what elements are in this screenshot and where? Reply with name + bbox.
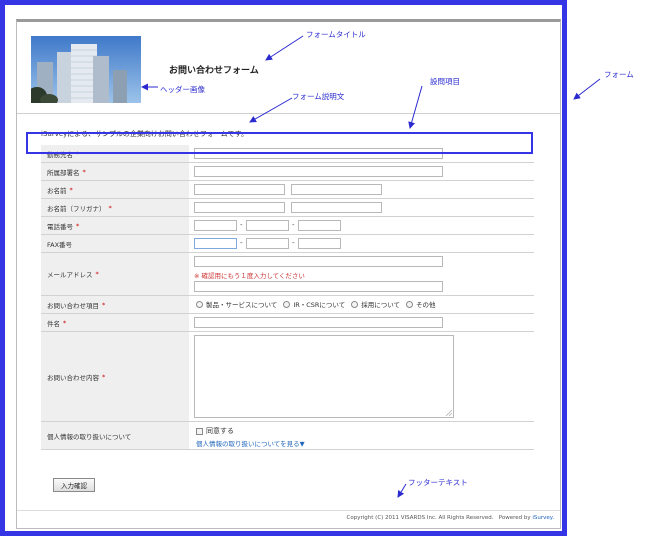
callout-form: フォーム: [604, 70, 634, 79]
privacy-policy-link[interactable]: 個人情報の取り扱いについてを見る▼: [196, 438, 305, 448]
confirm-input-button[interactable]: 入力確認: [53, 478, 95, 492]
separator-dash: -: [240, 221, 243, 229]
radio-other[interactable]: [406, 300, 414, 308]
field-row-name: お名前 *: [41, 181, 534, 199]
field-label-subject: 件名 *: [41, 314, 189, 331]
footer-copyright: Copyright (C) 2011 VISARDS Inc. All Righ…: [346, 515, 494, 521]
required-mark: *: [76, 221, 80, 230]
header-divider: [17, 113, 560, 114]
phone-input-3[interactable]: [298, 220, 341, 231]
field-row-email: メールアドレス * ※ 確認用にもう１度入力してください: [41, 253, 534, 296]
radio-label: その他: [416, 301, 436, 309]
resize-handle-icon[interactable]: [446, 410, 452, 416]
fax-input-2[interactable]: [246, 238, 289, 249]
separator-dash: -: [240, 239, 243, 247]
radio-recruit[interactable]: [351, 300, 359, 308]
field-row-subject: 件名 *: [41, 314, 534, 332]
first-name-input[interactable]: [291, 184, 382, 195]
subject-input[interactable]: [194, 317, 443, 328]
field-row-fax: FAX番号 - -: [41, 235, 534, 253]
field-row-name-kana: お名前（フリガナ） *: [41, 199, 534, 217]
separator-dash: -: [292, 221, 295, 229]
fax-input-1[interactable]: [194, 238, 237, 249]
callout-footer-text: フッターテキスト: [408, 478, 468, 487]
privacy-consent-checkbox[interactable]: [196, 427, 203, 435]
radio-label: 製品・サービスについて: [206, 301, 278, 309]
callout-header-image: ヘッダー画像: [160, 85, 205, 94]
question-item-highlight: [26, 132, 533, 154]
required-mark: *: [108, 203, 112, 212]
footer-brand-link[interactable]: iSurvey.: [532, 515, 554, 521]
field-label-name: お名前 *: [41, 181, 189, 198]
field-row-phone: 電話番号 * - -: [41, 217, 534, 235]
required-mark: *: [102, 300, 106, 309]
arrow-form: [573, 78, 601, 100]
phone-input-2[interactable]: [246, 220, 289, 231]
footer-powered-by: Powered by: [498, 515, 531, 521]
radio-label: 採用について: [361, 301, 401, 309]
email-input[interactable]: [194, 256, 443, 267]
field-row-inquiry-content: お問い合わせ内容 *: [41, 332, 534, 422]
inquiry-type-radio-group: 製品・サービスについて IR・CSRについて 採用について その他: [196, 299, 442, 309]
field-label-email: メールアドレス *: [41, 253, 189, 295]
fax-input-3[interactable]: [298, 238, 341, 249]
footer-text: Copyright (C) 2011 VISARDS Inc. All Righ…: [347, 515, 554, 521]
last-name-kana-input[interactable]: [194, 202, 285, 213]
separator-dash: -: [292, 239, 295, 247]
inquiry-content-textarea[interactable]: [194, 335, 454, 418]
field-row-department: 所属部署名 *: [41, 163, 534, 181]
field-label-phone: 電話番号 *: [41, 217, 189, 234]
phone-input-1[interactable]: [194, 220, 237, 231]
radio-products[interactable]: [196, 300, 203, 308]
privacy-consent: 同意する: [196, 426, 234, 436]
form-title: お問い合わせフォーム: [169, 66, 259, 76]
privacy-consent-label: 同意する: [206, 427, 234, 435]
email-confirm-hint: ※ 確認用にもう１度入力してください: [194, 272, 305, 280]
footer-divider: [17, 510, 560, 511]
email-confirm-input[interactable]: [194, 281, 443, 292]
field-label-name-kana: お名前（フリガナ） *: [41, 199, 189, 216]
required-mark: *: [63, 318, 67, 327]
radio-ir-csr[interactable]: [283, 300, 291, 308]
field-label-privacy: 個人情報の取り扱いについて: [41, 422, 189, 449]
field-row-privacy: 個人情報の取り扱いについて 同意する 個人情報の取り扱いについてを見る▼: [41, 422, 534, 450]
field-label-department: 所属部署名 *: [41, 163, 189, 180]
outer-frame: お問い合わせフォーム iSurveyによる、サンプルの企業向けお問い合わせフォー…: [0, 0, 567, 536]
field-label-inquiry-content: お問い合わせ内容 *: [41, 332, 189, 421]
last-name-input[interactable]: [194, 184, 285, 195]
header-image: [31, 36, 141, 103]
required-mark: *: [95, 270, 99, 278]
field-label-fax: FAX番号: [41, 235, 189, 252]
department-input[interactable]: [194, 166, 443, 177]
required-mark: *: [69, 185, 73, 194]
radio-label: IR・CSRについて: [293, 301, 346, 309]
field-label-inquiry-type: お問い合わせ項目 *: [41, 296, 189, 313]
callout-form-description: フォーム説明文: [292, 92, 345, 101]
callout-question-item: 設問項目: [430, 77, 460, 86]
first-name-kana-input[interactable]: [291, 202, 382, 213]
field-row-inquiry-type: お問い合わせ項目 * 製品・サービスについて IR・CSRについて 採用について …: [41, 296, 534, 314]
required-mark: *: [82, 167, 86, 176]
required-mark: *: [102, 372, 106, 381]
callout-form-title: フォームタイトル: [306, 30, 366, 39]
form-page: お問い合わせフォーム iSurveyによる、サンプルの企業向けお問い合わせフォー…: [16, 19, 561, 529]
